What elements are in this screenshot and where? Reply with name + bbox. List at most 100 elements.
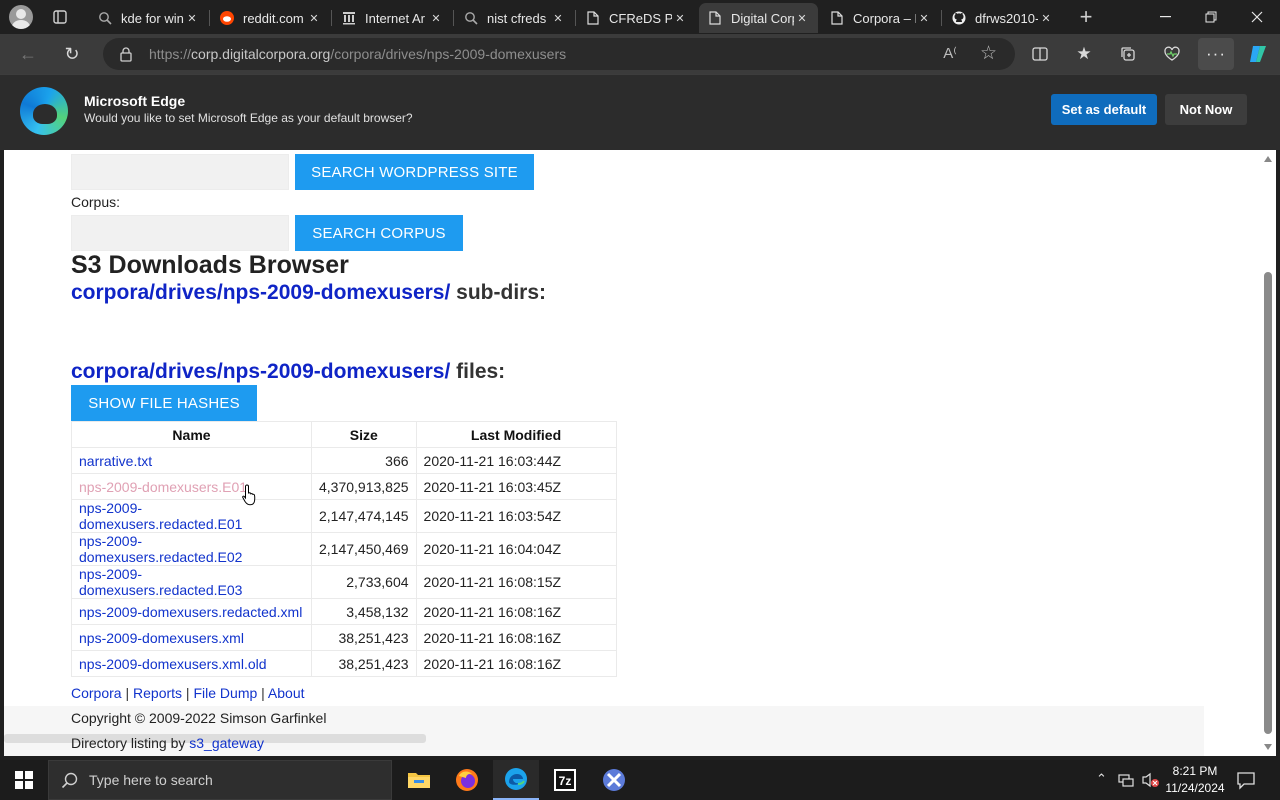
7zip-icon[interactable]: 7z <box>542 760 588 800</box>
performance-icon[interactable] <box>1156 38 1188 70</box>
close-tab-icon[interactable]: ✕ <box>428 10 444 26</box>
file-modified-cell: 2020-11-21 16:08:16Z <box>415 598 617 625</box>
search-placeholder: Type here to search <box>89 772 213 788</box>
network-icon[interactable] <box>1118 772 1134 788</box>
edge-logo-icon <box>20 87 68 135</box>
page-viewport: SEARCH WORDPRESS SITE Corpus: SEARCH COR… <box>4 150 1260 756</box>
close-tab-icon[interactable]: ✕ <box>306 10 322 26</box>
browser-tab[interactable]: kde for win ✕ <box>89 3 208 33</box>
windows-taskbar: Type here to search 7z ⌃ 8:21 PM 11/24/2… <box>0 760 1280 800</box>
chevron-up-icon[interactable]: ⌃ <box>1096 771 1107 787</box>
file-link[interactable]: nps-2009-domexusers.redacted.E03 <box>79 566 242 598</box>
close-tab-icon[interactable]: ✕ <box>1038 10 1054 26</box>
browser-tab[interactable]: CFReDS Por✕ <box>577 3 696 33</box>
file-link[interactable]: nps-2009-domexusers.redacted.E01 <box>79 500 242 532</box>
browser-tab[interactable]: nist cfreds ✕ <box>455 3 574 33</box>
footer-link-reports[interactable]: Reports <box>133 685 182 701</box>
close-tab-icon[interactable]: ✕ <box>550 10 566 26</box>
column-header-size[interactable]: Size <box>311 421 417 448</box>
file-link[interactable]: nps-2009-domexusers.redacted.E02 <box>79 533 242 565</box>
scroll-up-icon[interactable] <box>1264 156 1272 162</box>
page-icon <box>585 10 601 26</box>
taskbar-search-box[interactable]: Type here to search <box>48 760 392 800</box>
restore-icon[interactable] <box>1188 0 1234 34</box>
close-tab-icon[interactable]: ✕ <box>184 10 200 26</box>
table-row: narrative.txt 366 2020-11-21 16:03:44Z <box>71 447 617 474</box>
s3-gateway-link[interactable]: s3_gateway <box>189 735 264 751</box>
favorites-icon[interactable]: ★ <box>1068 38 1100 70</box>
volume-muted-icon[interactable] <box>1142 772 1160 788</box>
browser-tab[interactable]: Corpora – I ✕ <box>821 3 940 33</box>
browser-toolbar: ← ↻ https://corp.digitalcorpora.org/corp… <box>0 34 1280 74</box>
tab-title: nist cfreds <box>487 10 547 26</box>
lock-icon[interactable] <box>119 46 133 62</box>
footer-links: Corpora | Reports | File Dump | About <box>71 685 305 701</box>
not-now-button[interactable]: Not Now <box>1165 94 1247 125</box>
file-modified-cell: 2020-11-21 16:04:04Z <box>415 532 617 566</box>
tab-actions-icon[interactable] <box>44 3 76 31</box>
subdirs-path-link[interactable]: corpora/drives/nps-2009-domexusers/ <box>71 281 450 304</box>
profile-avatar-icon[interactable] <box>9 5 33 29</box>
search-wordpress-button[interactable]: SEARCH WORDPRESS SITE <box>295 154 534 190</box>
file-link[interactable]: nps-2009-domexusers.E01 <box>79 479 247 495</box>
table-row: nps-2009-domexusers.xml.old 38,251,423 2… <box>71 650 617 677</box>
collections-icon[interactable] <box>1112 38 1144 70</box>
close-tab-icon[interactable]: ✕ <box>916 10 932 26</box>
new-tab-button[interactable]: + <box>1070 3 1102 31</box>
start-button[interactable] <box>0 760 48 800</box>
search-icon <box>97 10 113 26</box>
system-clock[interactable]: 8:21 PM 11/24/2024 <box>1160 763 1230 797</box>
app-icon[interactable] <box>591 760 637 800</box>
search-icon <box>61 772 78 789</box>
files-path-link[interactable]: corpora/drives/nps-2009-domexusers/ <box>71 360 450 383</box>
settings-more-icon[interactable]: ··· <box>1198 38 1234 70</box>
tab-title: reddit.com <box>243 10 304 26</box>
search-corpus-button[interactable]: SEARCH CORPUS <box>295 215 463 251</box>
read-aloud-icon[interactable]: A⁽ <box>943 44 957 62</box>
file-link[interactable]: nps-2009-domexusers.xml <box>79 630 244 646</box>
file-name-cell: nps-2009-domexusers.redacted.xml <box>71 598 312 625</box>
copilot-icon[interactable] <box>1242 38 1274 70</box>
windows-logo-icon <box>15 771 33 789</box>
banner-message: Would you like to set Microsoft Edge as … <box>84 111 413 125</box>
tab-separator <box>941 10 942 26</box>
close-tab-icon[interactable]: ✕ <box>672 10 688 26</box>
scrollbar-thumb[interactable] <box>1264 272 1272 734</box>
corpus-search-input[interactable] <box>71 215 289 251</box>
footer-link-about[interactable]: About <box>268 685 305 701</box>
browser-tab[interactable]: Digital Corp ✕ <box>699 3 818 33</box>
file-explorer-icon[interactable] <box>396 760 442 800</box>
close-window-icon[interactable] <box>1234 0 1280 34</box>
file-link[interactable]: narrative.txt <box>79 453 152 469</box>
refresh-icon[interactable]: ↻ <box>56 38 88 70</box>
column-header-name[interactable]: Name <box>71 421 312 448</box>
set-default-button[interactable]: Set as default <box>1051 94 1157 125</box>
firefox-icon[interactable] <box>444 760 490 800</box>
browser-tab[interactable]: dfrws2010- ✕ <box>943 3 1062 33</box>
browser-tab[interactable]: reddit.com ✕ <box>211 3 330 33</box>
browser-tab[interactable]: Internet Ar ✕ <box>333 3 452 33</box>
file-size-cell: 366 <box>311 447 417 474</box>
file-size-cell: 2,733,604 <box>311 565 417 599</box>
file-link[interactable]: nps-2009-domexusers.redacted.xml <box>79 604 302 620</box>
scroll-down-icon[interactable] <box>1264 744 1272 750</box>
favorite-star-icon[interactable]: ☆ <box>980 42 997 65</box>
footer-link-file-dump[interactable]: File Dump <box>193 685 257 701</box>
address-bar[interactable]: https://corp.digitalcorpora.org/corpora/… <box>103 38 1015 70</box>
split-screen-icon[interactable] <box>1024 38 1056 70</box>
minimize-icon[interactable] <box>1142 0 1188 34</box>
wordpress-search-input[interactable] <box>71 154 289 190</box>
file-link[interactable]: nps-2009-domexusers.xml.old <box>79 656 267 672</box>
footer-link-corpora[interactable]: Corpora <box>71 685 122 701</box>
directory-listing-credit: Directory listing by s3_gateway <box>71 735 264 751</box>
file-size-cell: 2,147,474,145 <box>311 499 417 533</box>
column-header-modified[interactable]: Last Modified <box>415 421 617 448</box>
back-icon[interactable]: ← <box>12 38 44 70</box>
edge-taskbar-icon[interactable] <box>493 760 539 800</box>
vertical-scrollbar[interactable] <box>1260 150 1276 756</box>
show-file-hashes-button[interactable]: SHOW FILE HASHES <box>71 385 257 421</box>
close-tab-icon[interactable]: ✕ <box>794 10 810 26</box>
notification-icon[interactable] <box>1236 770 1256 790</box>
page-icon <box>707 10 723 26</box>
file-name-cell: nps-2009-domexusers.redacted.E01 <box>71 499 312 533</box>
